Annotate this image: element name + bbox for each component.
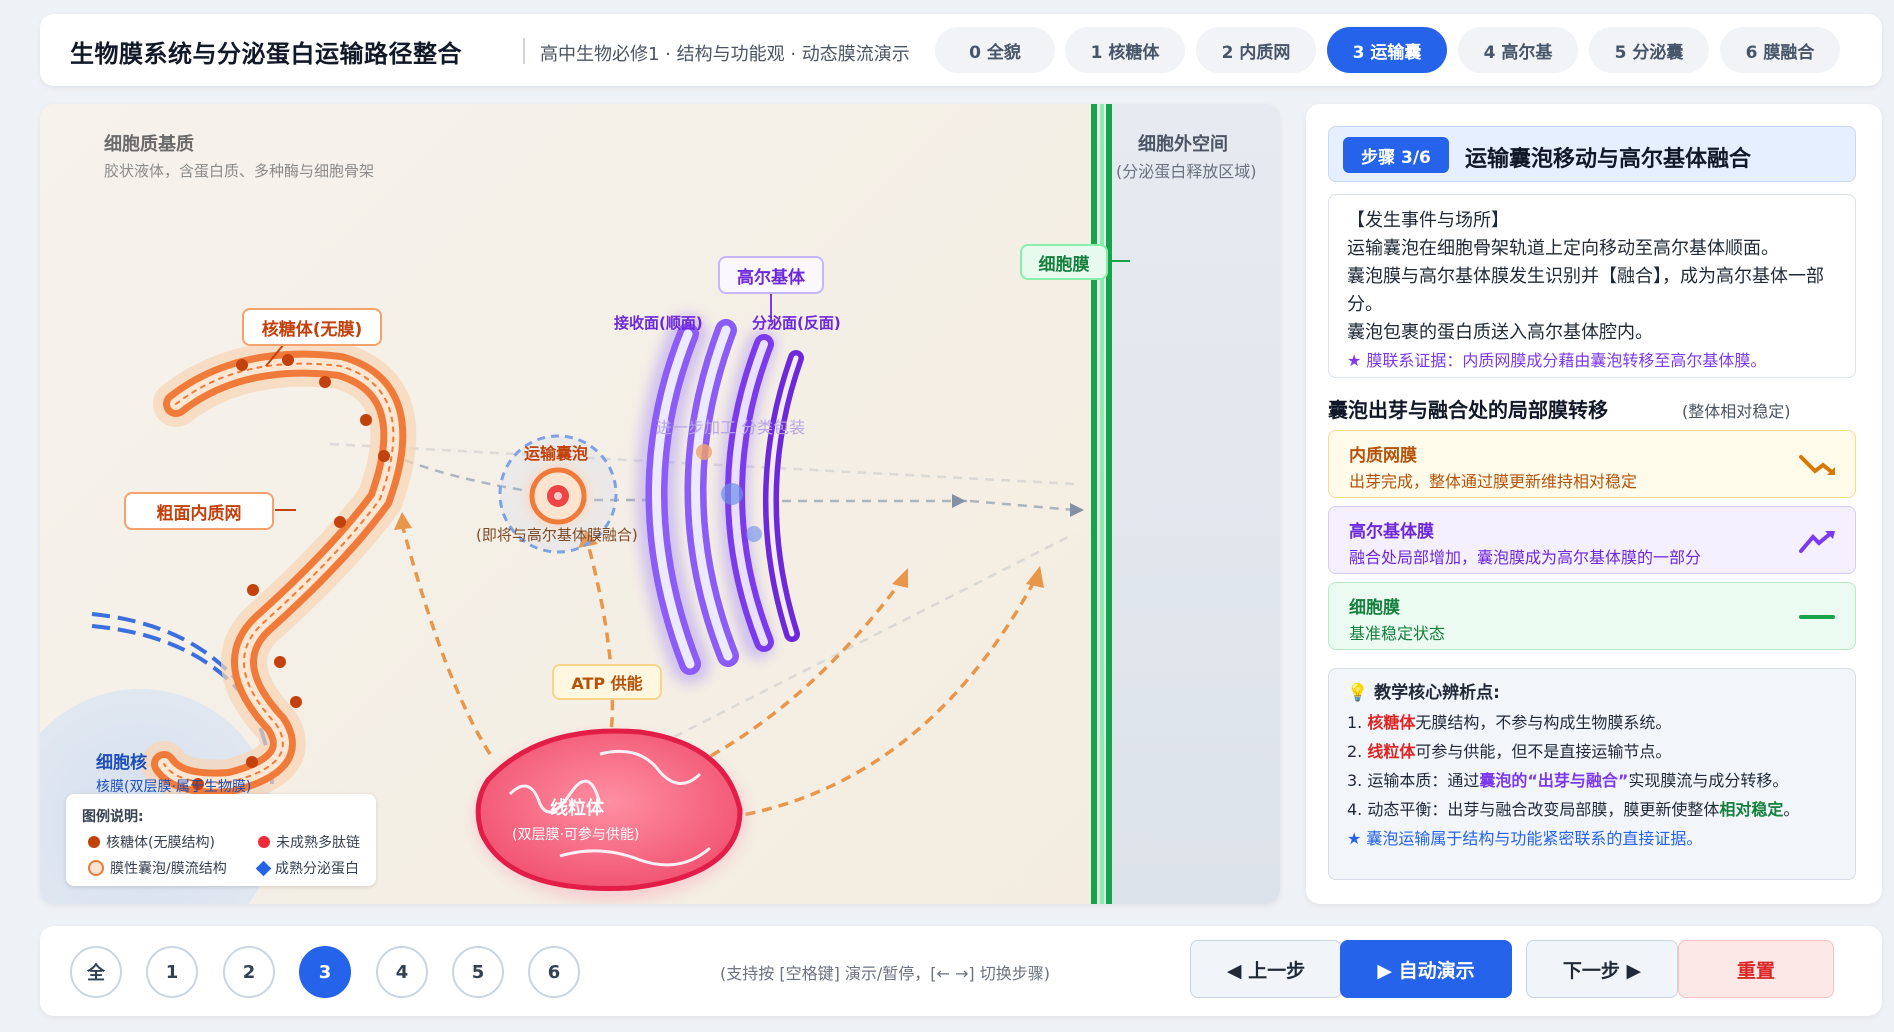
step-button-1[interactable]: 1 (146, 946, 198, 998)
page-title: 生物膜系统与分泌蛋白运输路径整合 (70, 40, 462, 68)
mitochondrion (474, 728, 746, 902)
tab-ribosome[interactable]: 1 核糖体 (1065, 27, 1185, 73)
step-button-2[interactable]: 2 (223, 946, 275, 998)
footer-controls: 全 1 2 3 4 5 6 (支持按 [空格键] 演示/暂停，[← →] 切换步… (40, 926, 1882, 1016)
header-bar: 生物膜系统与分泌蛋白运输路径整合 高中生物必修1 · 结构与功能观 · 动态膜流… (40, 14, 1882, 86)
membrane-card-title: 内质网膜 (1349, 446, 1417, 466)
trend-down-icon (1799, 455, 1835, 475)
membrane-card-cell: 细胞膜 基准稳定状态 (1328, 582, 1856, 650)
prev-step-button[interactable]: ◀ 上一步 (1190, 940, 1342, 998)
key-point: 2. 线粒体可参与供能，但不是直接运输节点。 (1347, 742, 1672, 761)
tab-vesicle[interactable]: 3 运输囊 (1327, 27, 1447, 73)
reset-button[interactable]: 重置 (1678, 940, 1834, 998)
key-point: 4. 动态平衡：出芽与融合改变局部膜，膜更新使整体相对稳定。 (1347, 800, 1800, 819)
tab-overview[interactable]: 0 全貌 (935, 27, 1055, 73)
event-description: 【发生事件与场所】 运输囊泡在细胞骨架轨道上定向移动至高尔基体顺面。 囊泡膜与高… (1328, 194, 1856, 378)
golgi-apparatus (636, 314, 804, 684)
title-divider (523, 38, 525, 64)
legend-item-label: 核糖体(无膜结构) (106, 835, 215, 851)
membrane-card-desc: 融合处局部增加，囊泡膜成为高尔基体膜的一部分 (1349, 548, 1702, 567)
key-point: 1. 核糖体无膜结构，不参与构成生物膜系统。 (1347, 713, 1672, 732)
page-subtitle: 高中生物必修1 · 结构与功能观 · 动态膜流演示 (540, 44, 910, 65)
step-button-6[interactable]: 6 (528, 946, 580, 998)
legend-item-label: 成熟分泌蛋白 (275, 861, 359, 877)
event-line: 运输囊泡在细胞骨架轨道上定向移动至高尔基体顺面。 (1347, 238, 1779, 259)
cell-membrane (1091, 104, 1112, 904)
golgi-process-label: 进一步加工 分类包装 (656, 418, 806, 437)
event-note: ★ 膜联系证据：内质网膜成分藉由囊泡转移至高尔基体膜。 (1347, 351, 1767, 370)
mitochondrion-desc: (双层膜·可参与供能) (512, 827, 640, 843)
membrane-section-title: 囊泡出芽与融合处的局部膜转移 (1328, 398, 1608, 422)
step-title: 运输囊泡移动与高尔基体融合 (1465, 147, 1752, 172)
step-header: 步骤 3/6 运输囊泡移动与高尔基体融合 (1328, 126, 1856, 182)
golgi-trans-label: 分泌面(反面) (752, 314, 841, 332)
vesicle-desc: (即将与高尔基体膜融合) (476, 526, 638, 544)
tab-secretory-vesicle[interactable]: 5 分泌囊 (1589, 27, 1709, 73)
tab-er[interactable]: 2 内质网 (1196, 27, 1316, 73)
rough-er-label: 粗面内质网 (124, 492, 274, 530)
lightbulb-icon: 💡 (1347, 683, 1375, 703)
event-line: 囊泡包裹的蛋白质送入高尔基体腔内。 (1347, 322, 1653, 343)
extracellular-title: 细胞外空间 (1138, 134, 1228, 155)
atp-label: ATP 供能 (552, 664, 662, 700)
step-badge: 步骤 3/6 (1343, 137, 1449, 173)
event-title: 【发生事件与场所】 (1347, 210, 1509, 231)
diamond-icon (255, 860, 272, 876)
legend-item-label: 膜性囊泡/膜流结构 (110, 861, 227, 877)
tab-membrane-fusion[interactable]: 6 膜融合 (1720, 27, 1840, 73)
membrane-section-sub: (整体相对稳定) (1682, 402, 1791, 421)
vesicle-label: 运输囊泡 (524, 444, 589, 463)
cell-membrane-label: 细胞膜 (1020, 244, 1108, 280)
ribosome-dot-icon (88, 836, 100, 848)
golgi-label: 高尔基体 (718, 256, 824, 294)
legend-item-polypeptide: 未成熟多肽链 (258, 832, 360, 852)
trend-up-icon (1799, 531, 1835, 553)
step-button-4[interactable]: 4 (376, 946, 428, 998)
cytoplasm-title: 细胞质基质 (104, 134, 194, 155)
membrane-card-er: 内质网膜 出芽完成，整体通过膜更新维持相对稳定 (1328, 430, 1856, 498)
golgi-cis-label: 接收面(顺面) (614, 314, 703, 332)
legend-item-vesicle: 膜性囊泡/膜流结构 (88, 858, 227, 878)
nucleus-label: 细胞核 (96, 753, 147, 773)
polypeptide-dot-icon (258, 836, 270, 848)
membrane-card-title: 高尔基体膜 (1349, 522, 1434, 542)
membrane-card-golgi: 高尔基体膜 融合处局部增加，囊泡膜成为高尔基体膜的一部分 (1328, 506, 1856, 574)
key-points-title: 💡 教学核心辨析点: (1347, 679, 1837, 708)
step-button-5[interactable]: 5 (452, 946, 504, 998)
legend-item-label: 未成熟多肽链 (276, 835, 360, 851)
mitochondrion-label: 线粒体 (550, 798, 604, 819)
keyboard-hint: (支持按 [空格键] 演示/暂停，[← →] 切换步骤) (720, 964, 1051, 983)
membrane-card-desc: 出芽完成，整体通过膜更新维持相对稳定 (1349, 472, 1638, 491)
legend-title: 图例说明: (82, 809, 144, 825)
tab-golgi[interactable]: 4 高尔基 (1458, 27, 1578, 73)
auto-play-button[interactable]: ▶ 自动演示 (1340, 940, 1512, 998)
next-step-button[interactable]: 下一步 ▶ (1526, 940, 1678, 998)
membrane-card-desc: 基准稳定状态 (1349, 624, 1446, 643)
key-note: ★ 囊泡运输属于结构与功能紧密联系的直接证据。 (1347, 829, 1703, 848)
step-button-all[interactable]: 全 (70, 946, 122, 998)
info-panel: 步骤 3/6 运输囊泡移动与高尔基体融合 【发生事件与场所】 运输囊泡在细胞骨架… (1306, 104, 1882, 904)
cytoplasm-desc: 胶状液体，含蛋白质、多种酶与细胞骨架 (104, 162, 375, 180)
nucleus-desc: 核膜(双层膜·属于生物膜) (96, 779, 252, 795)
step-button-3[interactable]: 3 (299, 946, 351, 998)
extracellular-desc: (分泌蛋白释放区域) (1116, 162, 1257, 181)
membrane-card-title: 细胞膜 (1349, 598, 1400, 618)
diagram-legend: 图例说明: 核糖体(无膜结构) 未成熟多肽链 膜性囊泡/膜流结构 成熟分泌蛋白 (66, 794, 376, 886)
key-points-box: 💡 教学核心辨析点: 1. 核糖体无膜结构，不参与构成生物膜系统。 2. 线粒体… (1328, 668, 1856, 880)
vesicle-ring-icon (88, 860, 104, 876)
cell-diagram: 细胞质基质 胶状液体，含蛋白质、多种酶与细胞骨架 细胞外空间 (分泌蛋白释放区域… (40, 104, 1280, 904)
legend-item-mature-protein: 成熟分泌蛋白 (255, 858, 359, 878)
ribosome-label: 核糖体(无膜) (242, 308, 382, 346)
key-point: 3. 运输本质：通过囊泡的“出芽与融合”实现膜流与成分转移。 (1347, 771, 1789, 790)
legend-item-ribosome: 核糖体(无膜结构) (88, 832, 215, 852)
key-title-text: 教学核心辨析点: (1374, 683, 1500, 703)
event-line: 囊泡膜与高尔基体膜发生识别并【融合】，成为高尔基体一部分。 (1347, 266, 1824, 315)
trend-flat-icon (1799, 615, 1835, 619)
